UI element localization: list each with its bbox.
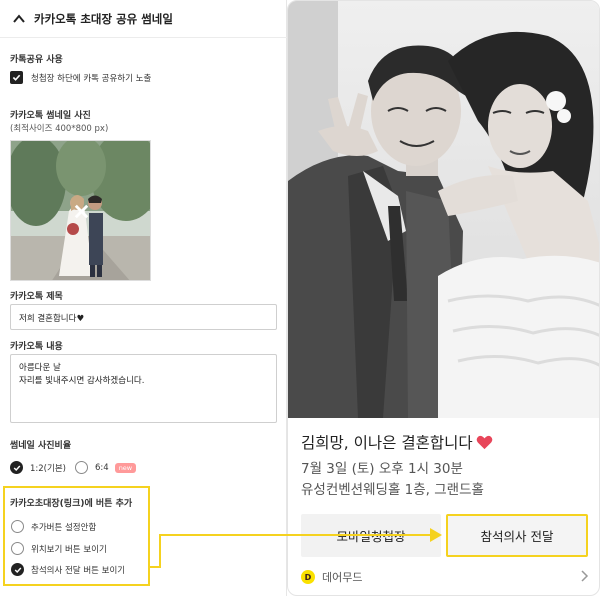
new-badge: new [114, 462, 137, 473]
radio-checked-icon[interactable] [11, 563, 24, 576]
radio-checked-icon[interactable] [10, 461, 23, 474]
button-option-location[interactable]: 위치보기 버튼 보이기 [11, 542, 107, 555]
kakao-title-input[interactable]: 저희 결혼합니다♥ [10, 304, 277, 330]
share-section-label: 카톡공유 사용 [10, 55, 63, 65]
kakao-content-textarea[interactable]: 아름다운 날 자리를 빛내주시면 감사하겠습니다. [10, 354, 277, 423]
chevron-up-icon[interactable] [12, 12, 26, 26]
panel-header[interactable]: 카카오톡 초대장 공유 썸네일 [0, 0, 287, 38]
mobile-invitation-button[interactable]: 모바일청첩장 [301, 514, 441, 557]
button-option-none[interactable]: 추가버튼 설정안함 [11, 520, 96, 533]
rsvp-button[interactable]: 참석의사 전달 [446, 514, 588, 557]
chevron-right-icon[interactable] [579, 570, 589, 582]
thumbnail-hint: (최적사이즈 400*800 px) [10, 124, 109, 134]
ratio-option-label: 1:2(기본) [30, 463, 66, 474]
content-label: 카카오톡 내용 [10, 342, 63, 352]
ratio-label: 썸네일 사진비율 [10, 441, 72, 451]
checkbox-checked-icon[interactable] [10, 71, 23, 84]
ratio-option-6-4[interactable]: 6:4 new [75, 461, 137, 474]
radio-unchecked-icon[interactable] [75, 461, 88, 474]
ratio-option-label: 6:4 [95, 462, 109, 473]
button-option-label: 참석의사 전달 버튼 보이기 [31, 565, 126, 576]
button-section-label: 카카오초대장(링크)에 버튼 추가 [10, 499, 133, 509]
settings-panel: 카카오톡 초대장 공유 썸네일 카톡공유 사용 청첩장 하단에 카톡 공유하기 … [0, 0, 287, 596]
kakao-logo-glyph: D [304, 572, 312, 582]
remove-x-icon[interactable] [72, 202, 91, 221]
thumbnail-image[interactable] [10, 140, 151, 281]
radio-unchecked-icon[interactable] [11, 520, 24, 533]
ratio-option-1-2[interactable]: 1:2(기본) [10, 461, 66, 474]
button-option-label: 위치보기 버튼 보이기 [31, 544, 107, 555]
radio-unchecked-icon[interactable] [11, 542, 24, 555]
button-option-label: 추가버튼 설정안함 [31, 522, 97, 533]
kakao-preview-card: 김희망, 이나은 결혼합니다 7월 3일 (토) 오후 1시 30분 유성컨벤션… [287, 0, 600, 596]
kakao-logo-icon: D [301, 570, 315, 584]
title-label: 카카오톡 제목 [10, 292, 63, 302]
card-footer[interactable]: D 데어무드 [301, 567, 591, 587]
card-title-text: 김희망, 이나은 결혼합니다 [301, 434, 473, 452]
footer-label: 데어무드 [322, 571, 363, 584]
card-description: 7월 3일 (토) 오후 1시 30분 유성컨벤션웨딩홀 1층, 그랜드홀 [301, 461, 484, 498]
share-checkbox-row[interactable]: 청첩장 하단에 카톡 공유하기 노출 [10, 71, 151, 84]
wedding-photo [288, 1, 599, 418]
share-checkbox-label: 청첩장 하단에 카톡 공유하기 노출 [31, 73, 152, 84]
button-options-highlight: 카카오초대장(링크)에 버튼 추가 추가버튼 설정안함 위치보기 버튼 보이기 … [3, 486, 150, 586]
panel-title: 카카오톡 초대장 공유 썸네일 [34, 11, 173, 26]
button-option-rsvp[interactable]: 참석의사 전달 버튼 보이기 [11, 563, 125, 576]
heart-icon [476, 435, 492, 449]
card-title: 김희망, 이나은 결혼합니다 [301, 431, 493, 453]
thumbnail-label: 카카오톡 썸네일 사진 [10, 111, 91, 121]
